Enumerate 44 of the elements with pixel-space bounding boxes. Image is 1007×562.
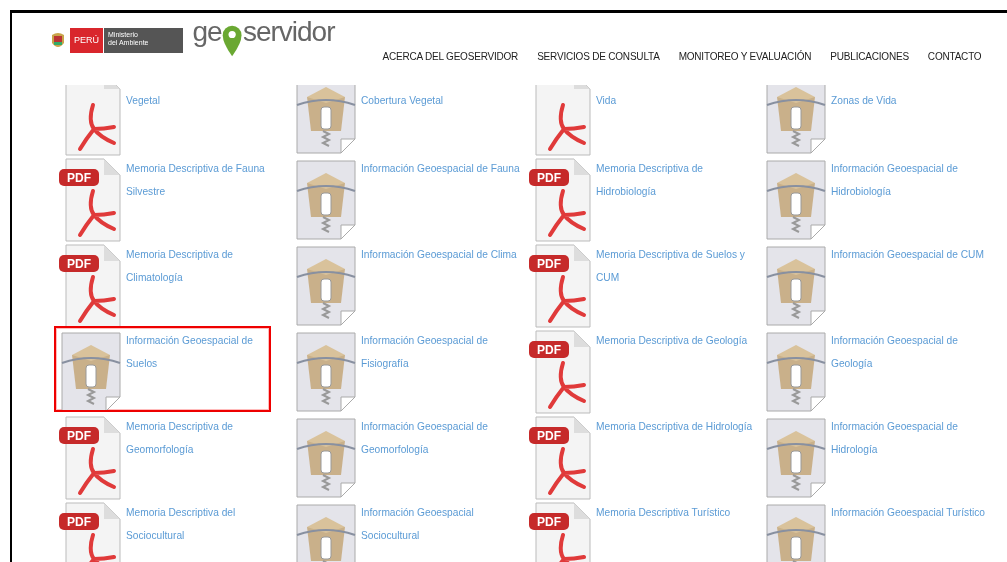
zip-archive-icon[interactable] [293, 85, 359, 157]
file-link[interactable]: Información Geoespacial de Suelos [126, 329, 269, 375]
zip-archive-icon[interactable] [293, 415, 359, 501]
zip-archive-icon[interactable] [293, 243, 359, 329]
logo-text: ge [192, 17, 222, 47]
file-link[interactable]: Memoria Descriptiva de Climatología [126, 243, 287, 289]
file-link[interactable]: Memoria Descriptiva de Hidrología [596, 415, 757, 438]
zip-archive-icon[interactable] [293, 501, 359, 562]
file-link[interactable]: Vegetal [126, 85, 287, 112]
zip-archive-icon[interactable] [293, 329, 359, 415]
zip-archive-icon[interactable] [763, 157, 829, 243]
nav-link[interactable]: SERVICIOS DE CONSULTA [537, 51, 660, 62]
file-link[interactable]: Memoria Descriptiva de Geología [596, 329, 757, 352]
file-link[interactable]: Información Geoespacial Turístico [831, 501, 992, 524]
nav-link[interactable]: PUBLICACIONES [830, 51, 909, 62]
zip-archive-icon[interactable] [763, 415, 829, 501]
file-link[interactable]: Vida [596, 85, 757, 112]
nav-link[interactable]: ACERCA DEL GEOSERVIDOR [382, 51, 519, 62]
zip-archive-icon[interactable] [293, 157, 359, 243]
file-link[interactable]: Información Geoespacial de Hidrobiología [831, 157, 992, 203]
file-link[interactable]: Información Geoespacial de Geomorfología [361, 415, 522, 461]
file-link[interactable]: Información Geoespacial de Fauna [361, 157, 522, 180]
zip-archive-icon[interactable] [763, 85, 829, 157]
zip-archive-icon[interactable] [763, 501, 829, 562]
file-link[interactable]: Información Geoespacial de CUM [831, 243, 992, 266]
file-link[interactable]: Memoria Descriptiva del Sociocultural [126, 501, 287, 547]
zip-archive-icon[interactable] [763, 329, 829, 415]
file-link[interactable]: Memoria Descriptiva de Hidrobiología [596, 157, 757, 203]
zip-archive-icon[interactable] [763, 243, 829, 329]
file-link[interactable]: Memoria Descriptiva Turístico [596, 501, 757, 524]
file-link[interactable]: Zonas de Vida [831, 85, 992, 112]
file-link[interactable]: Cobertura Vegetal [361, 85, 522, 112]
nav-link[interactable]: MONITOREO Y EVALUACIÓN [678, 51, 812, 62]
file-link[interactable]: Información Geoespacial de Hidrología [831, 415, 992, 461]
file-link[interactable]: Información Geoespacial de Fisiografía [361, 329, 522, 375]
file-link[interactable]: Memoria Descriptiva de Suelos y CUM [596, 243, 757, 289]
file-link[interactable]: Información Geoespacial de Clima [361, 243, 522, 266]
nav-link[interactable]: CONTACTO [927, 51, 982, 62]
file-link[interactable]: Información Geoespacial Sociocultural [361, 501, 522, 547]
country-label: PERÚ [70, 28, 104, 53]
file-link[interactable]: Memoria Descriptiva de Geomorfología [126, 415, 287, 461]
logo-text: servidor [242, 17, 335, 47]
file-link[interactable]: Información Geoespacial de Geología [831, 329, 992, 375]
file-link[interactable]: Memoria Descriptiva de Fauna Silvestre [126, 157, 287, 203]
